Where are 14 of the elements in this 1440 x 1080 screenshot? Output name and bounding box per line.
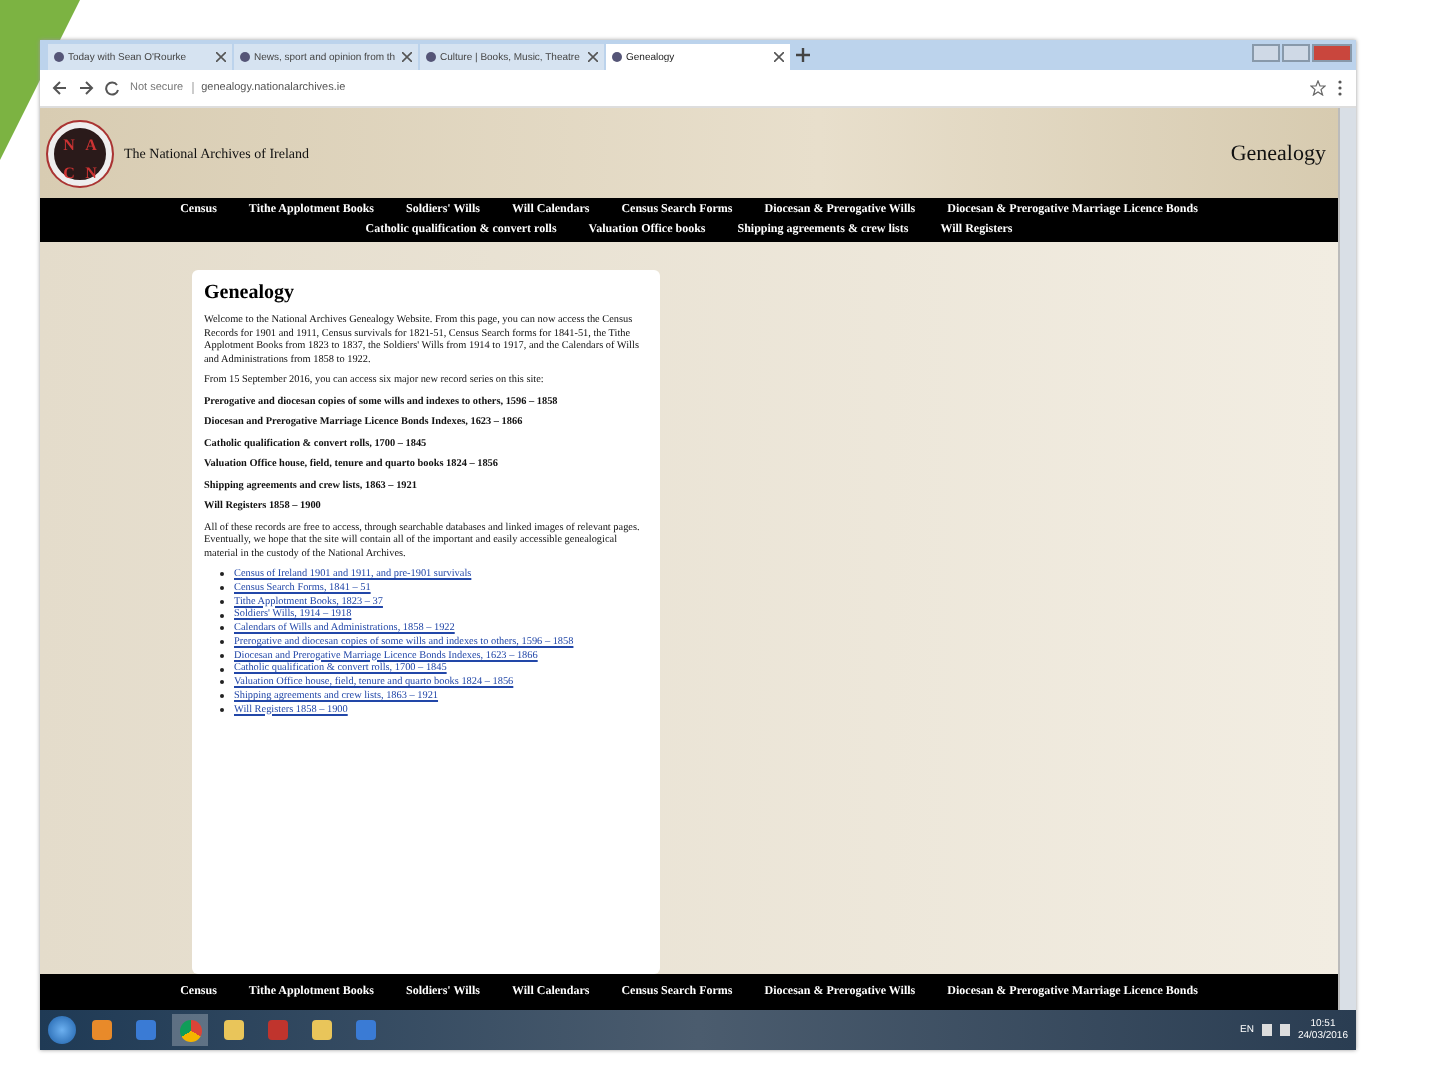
back-icon[interactable]: [52, 80, 68, 96]
archives-logo: N A C N: [48, 121, 112, 185]
start-button[interactable]: [48, 1016, 76, 1044]
new-tab-icon[interactable]: [792, 44, 814, 66]
page-title: Genealogy: [1230, 141, 1326, 165]
forward-icon[interactable]: [78, 80, 94, 96]
close-icon[interactable]: [216, 52, 226, 62]
content-heading: Genealogy: [204, 282, 296, 304]
reload-icon[interactable]: [104, 80, 120, 96]
close-icon[interactable]: [774, 52, 784, 62]
menu-icon[interactable]: [1336, 80, 1344, 96]
close-icon[interactable]: [402, 52, 412, 62]
close-icon[interactable]: [588, 52, 598, 62]
star-icon[interactable]: [1310, 80, 1326, 96]
